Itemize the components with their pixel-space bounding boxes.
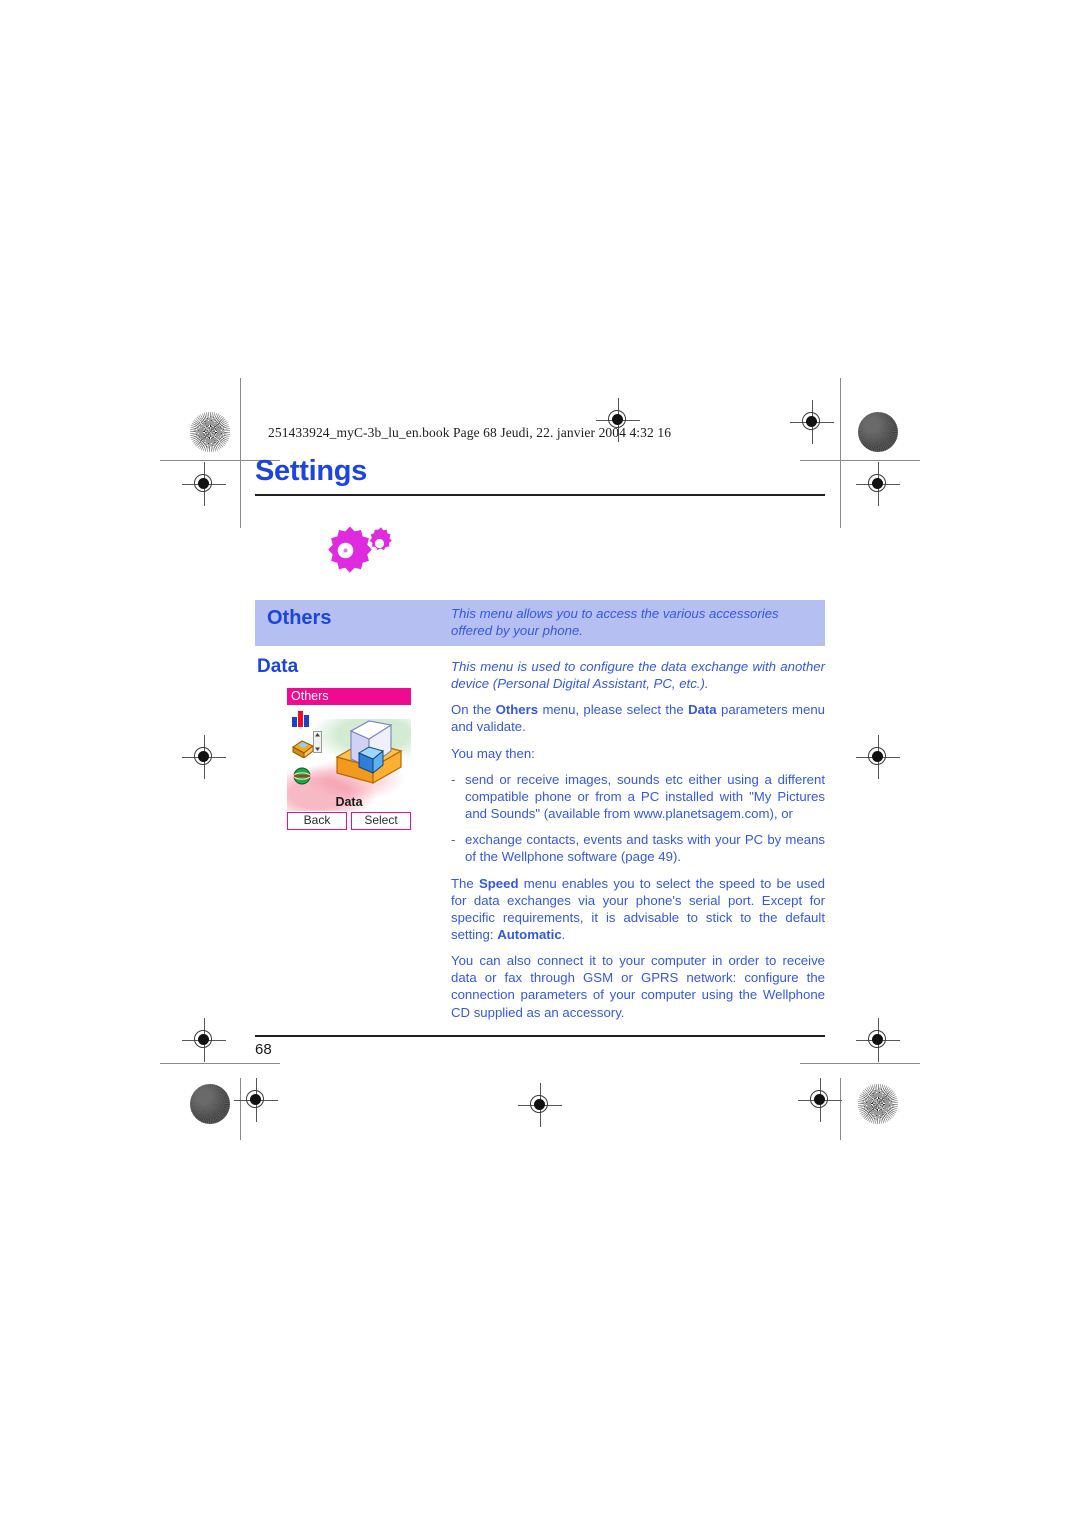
list-item: - send or receive images, sounds etc eit… <box>451 771 825 822</box>
phone-screen-caption: Data <box>335 794 363 809</box>
speed-bold-speed: Speed <box>478 875 519 891</box>
speed-pre: The <box>451 875 479 891</box>
speed-post: . <box>561 927 566 942</box>
book-header-line: 251433924_myC-3b_lu_en.book Page 68 Jeud… <box>268 425 672 440</box>
others-band-description: This menu allows you to access the vario… <box>451 606 779 639</box>
you-may-then-paragraph: You may then: <box>451 745 535 761</box>
registration-mark-middle-left <box>182 735 226 779</box>
density-dark-target-bottom-left <box>190 1084 230 1124</box>
data-right-column: This menu is used to configure the data … <box>451 656 825 1030</box>
intro-italic-paragraph: This menu is used to configure the data … <box>451 658 825 692</box>
registration-mark-bottom-left <box>182 1018 226 1062</box>
phone-softkey-bar: Back Select <box>287 811 411 830</box>
select-mid: menu, please select the <box>538 702 689 718</box>
phone-screenshot: Others Data Back Select <box>287 687 411 831</box>
registration-mark-top-left <box>182 462 226 506</box>
registration-mark-bottom-left-lower <box>234 1078 278 1122</box>
trim-line-bottom-left-horizontal <box>160 1063 280 1064</box>
page-content: Settings Others This menu allows you to … <box>255 455 825 1030</box>
registration-mark-bottom-right <box>856 1018 900 1062</box>
trim-line-right-vertical <box>840 378 841 528</box>
softkey-back[interactable]: Back <box>287 811 347 830</box>
select-pre: On the <box>451 702 496 718</box>
intro-italic-line-2: (Personal Digital Assistant, PC, etc.). <box>492 676 709 692</box>
bullet-dash: - <box>451 771 456 787</box>
bullet-text-1: send or receive images, sounds etc eithe… <box>465 771 825 822</box>
phone-screen-canvas: Data <box>287 704 411 811</box>
gears-icon <box>301 522 411 584</box>
page-title: Settings <box>255 455 367 487</box>
open-box-documents-icon <box>335 720 403 785</box>
title-divider <box>255 494 825 497</box>
others-section-band: Others This menu allows you to access th… <box>255 600 825 646</box>
data-section-row: Data Others Data Back Select This menu i… <box>255 656 825 1030</box>
data-subtitle: Data <box>257 655 299 677</box>
page-number: 68 <box>255 1041 272 1059</box>
phone-screen-title: Others <box>287 687 411 705</box>
registration-mark-bottom-right-lower <box>798 1078 842 1122</box>
bar-chart-icon <box>292 710 309 727</box>
page-footer: 68 <box>255 1035 825 1058</box>
registration-mark-bottom-center <box>518 1083 562 1127</box>
registration-mark-middle-right <box>856 735 900 779</box>
trim-line-left-vertical <box>240 378 241 528</box>
select-bold-others: Others <box>495 702 539 718</box>
select-bold-data: Data <box>688 702 717 718</box>
capabilities-list: - send or receive images, sounds etc eit… <box>451 771 825 866</box>
speed-bold-automatic: Automatic <box>497 927 562 942</box>
bullet-dash: - <box>451 832 456 848</box>
density-star-target-bottom-right <box>858 1084 898 1124</box>
bullet-text-2: exchange contacts, events and tasks with… <box>465 832 825 865</box>
data-left-column: Data Others Data Back Select <box>255 656 451 831</box>
speed-menu-paragraph: The Speed menu enables you to select the… <box>451 875 825 944</box>
others-band-label: Others <box>267 607 332 630</box>
list-item: - exchange contacts, events and tasks wi… <box>451 831 825 865</box>
density-star-target-top-left <box>190 412 230 452</box>
phone-screen-scrollbar[interactable] <box>313 730 322 753</box>
globe-icon <box>293 767 311 785</box>
select-data-paragraph: On the Others menu, please select the Da… <box>451 701 825 735</box>
trim-line-bottom-right-horizontal <box>800 1063 920 1064</box>
connect-computer-paragraph: You can also connect it to your computer… <box>451 953 825 1020</box>
density-dark-target-top-right <box>858 412 898 452</box>
registration-mark-top-right <box>856 462 900 506</box>
softkey-select[interactable]: Select <box>351 811 411 830</box>
registration-mark-top-right-outer <box>790 400 834 444</box>
